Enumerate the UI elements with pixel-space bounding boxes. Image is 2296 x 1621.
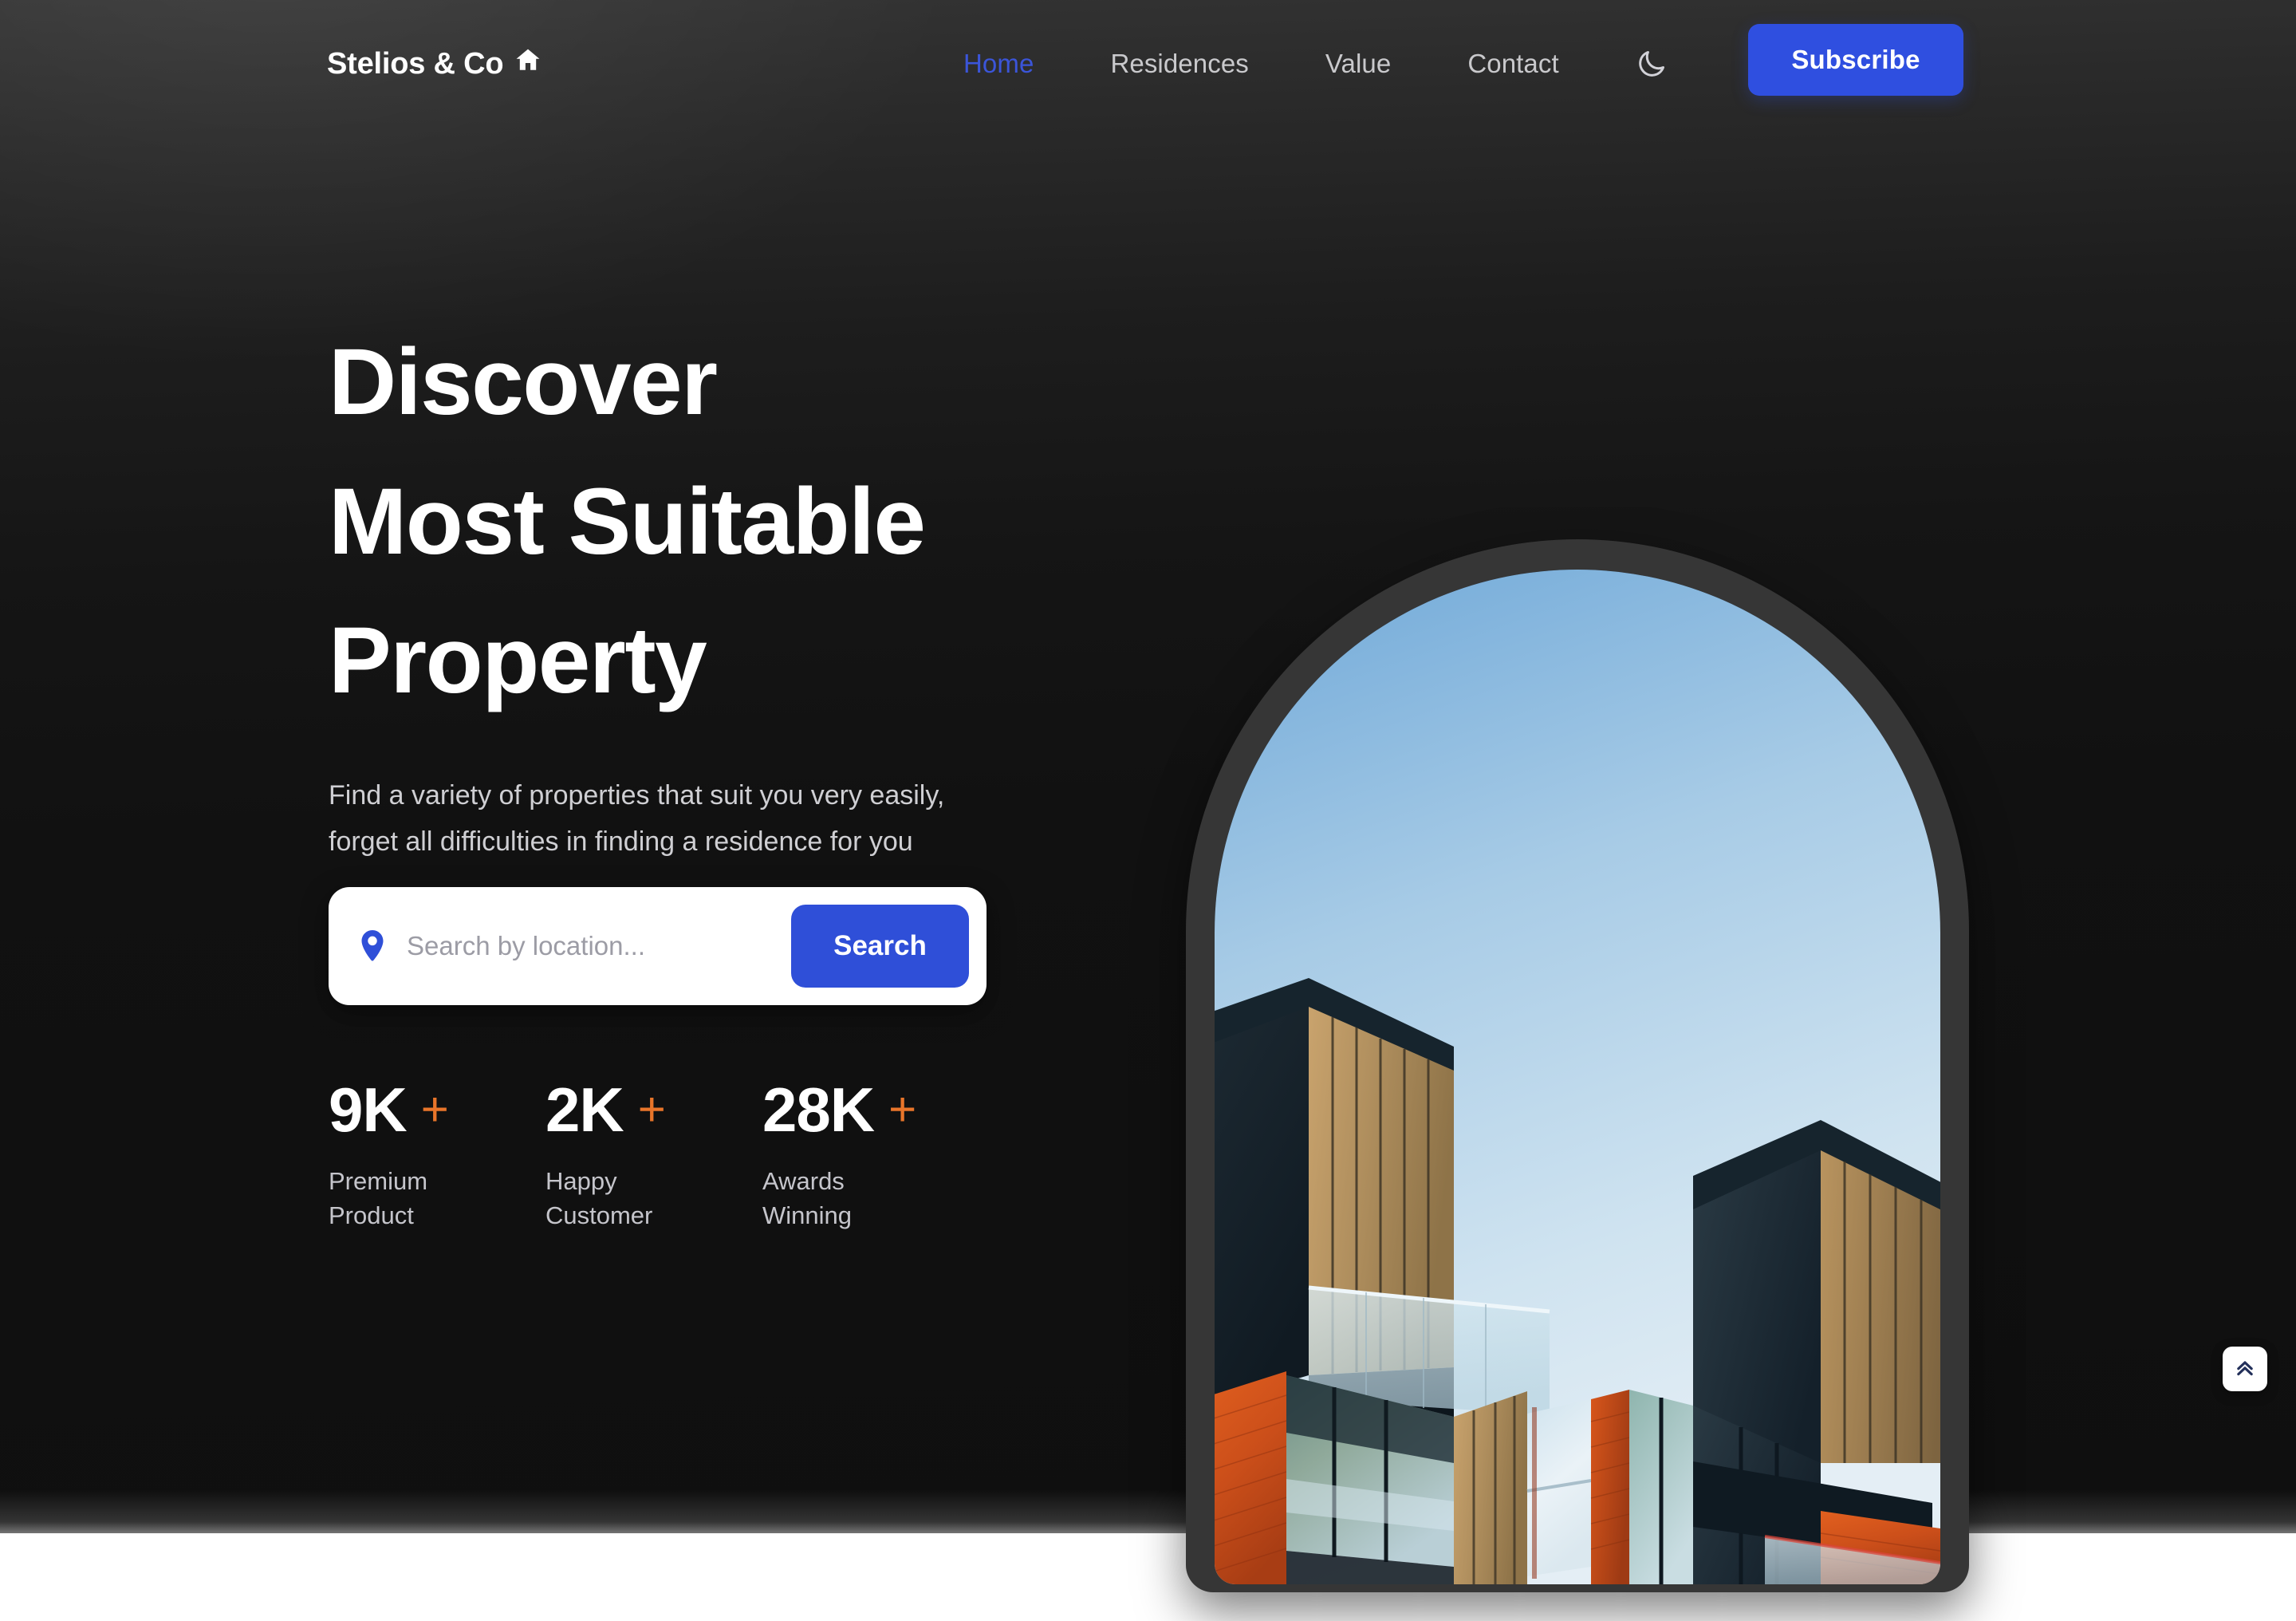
stat-label-line-1: Premium	[329, 1167, 428, 1195]
stat-value-row: 2K +	[545, 1079, 762, 1141]
double-chevron-up-icon	[2233, 1356, 2257, 1382]
nav-link-value[interactable]: Value	[1287, 49, 1429, 79]
stat-premium-product: 9K + Premium Product	[329, 1079, 545, 1233]
stat-plus-sign: +	[637, 1083, 666, 1136]
scroll-to-top-button[interactable]	[2223, 1347, 2267, 1391]
stat-label: Awards Winning	[762, 1165, 979, 1233]
stat-value: 9K	[329, 1075, 408, 1145]
stat-value: 2K	[545, 1075, 624, 1145]
building-photo	[1215, 570, 1940, 1584]
subscribe-button[interactable]: Subscribe	[1748, 24, 1963, 96]
stat-plus-sign: +	[888, 1083, 917, 1136]
stats-row: 9K + Premium Product 2K + Happy Customer…	[329, 1079, 979, 1233]
stat-value-row: 9K +	[329, 1079, 545, 1141]
stat-happy-customer: 2K + Happy Customer	[545, 1079, 762, 1233]
stat-value: 28K	[762, 1075, 875, 1145]
hero-image-arch	[1186, 539, 1969, 1592]
main-navbar: Stelios & Co Home Residences Value Conta…	[0, 0, 2296, 128]
stat-label-line-1: Happy	[545, 1167, 617, 1195]
headline-line-3: Property	[329, 608, 707, 714]
subtitle-line-2: forget all difficulties in finding a res…	[329, 826, 913, 858]
search-bar: Search	[329, 887, 987, 1005]
hero-subtitle: Find a variety of properties that suit y…	[329, 772, 1030, 866]
search-button[interactable]: Search	[791, 905, 969, 988]
subtitle-line-1: Find a variety of properties that suit y…	[329, 779, 945, 810]
nav-link-contact[interactable]: Contact	[1429, 49, 1597, 79]
home-icon	[514, 46, 542, 81]
headline-line-2: Most Suitable	[329, 468, 926, 574]
nav-link-residences[interactable]: Residences	[1072, 49, 1286, 79]
stat-label: Happy Customer	[545, 1165, 762, 1233]
stat-value-row: 28K +	[762, 1079, 979, 1141]
stat-label-line-2: Winning	[762, 1201, 852, 1229]
stat-label: Premium Product	[329, 1165, 545, 1233]
search-input[interactable]	[399, 931, 791, 961]
moon-icon[interactable]	[1627, 39, 1676, 89]
nav-link-home[interactable]: Home	[925, 49, 1072, 79]
stat-plus-sign: +	[420, 1083, 449, 1136]
stat-label-line-2: Customer	[545, 1201, 653, 1229]
map-pin-icon	[357, 929, 388, 964]
headline-line-1: Discover	[329, 329, 718, 435]
brand-name: Stelios & Co	[327, 46, 504, 81]
stat-awards-winning: 28K + Awards Winning	[762, 1079, 979, 1233]
stat-label-line-1: Awards	[762, 1167, 845, 1195]
page-title: Discover Most Suitable Property	[329, 313, 1174, 731]
stat-label-line-2: Product	[329, 1201, 414, 1229]
brand-logo[interactable]: Stelios & Co	[327, 46, 542, 81]
hero-copy: Discover Most Suitable Property Find a v…	[329, 313, 1174, 866]
nav-links: Home Residences Value Contact	[925, 49, 1597, 79]
